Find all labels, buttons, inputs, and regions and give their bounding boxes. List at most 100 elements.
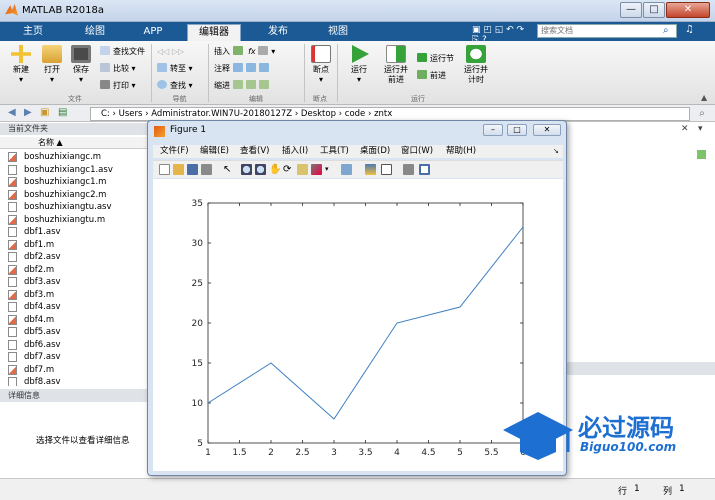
- breakpoint-button[interactable]: 断点 ▾: [307, 45, 335, 85]
- menu-window[interactable]: 窗口(W): [401, 145, 433, 158]
- menu-file[interactable]: 文件(F): [160, 145, 189, 158]
- menu-help[interactable]: 帮助(H): [446, 145, 476, 158]
- compare-button[interactable]: 比较 ▾: [100, 63, 136, 74]
- print-figure-icon[interactable]: [201, 164, 212, 175]
- menu-dock-icon[interactable]: ↘: [553, 145, 559, 158]
- goto-button[interactable]: 转至 ▾: [157, 63, 193, 74]
- file-list-item[interactable]: dbf8.asv: [0, 376, 150, 386]
- comment-button[interactable]: 注释: [214, 63, 272, 74]
- decrease-indent-icon[interactable]: [258, 80, 269, 89]
- column-name-header[interactable]: 名称 ▲: [0, 137, 150, 149]
- legend-icon[interactable]: [381, 164, 392, 175]
- print-button[interactable]: 打印 ▾: [100, 80, 136, 91]
- show-tools-icon[interactable]: [419, 164, 430, 175]
- save-button[interactable]: 保存 ▾: [67, 45, 95, 85]
- menu-view[interactable]: 查看(V): [240, 145, 269, 158]
- file-list-item[interactable]: boshuzhixiangtu.asv: [0, 201, 150, 214]
- advance-button[interactable]: 前进: [417, 70, 446, 81]
- panel-menu-icon[interactable]: ▾: [698, 124, 703, 134]
- new-figure-icon[interactable]: [159, 164, 170, 175]
- menu-desktop[interactable]: 桌面(D): [360, 145, 390, 158]
- asv-file-icon: [8, 339, 17, 350]
- file-list-item[interactable]: dbf2.asv: [0, 251, 150, 264]
- brush-menu-icon[interactable]: ▾: [325, 164, 336, 175]
- tab-plots[interactable]: 绘图: [70, 24, 120, 41]
- run-advance-button[interactable]: 运行并 前进: [378, 45, 414, 85]
- uncomment-icon[interactable]: [245, 63, 256, 72]
- up-folder-icon[interactable]: ▣: [40, 107, 49, 118]
- panel-close-icon[interactable]: ✕: [681, 124, 689, 134]
- rotate-icon[interactable]: ⟳: [283, 164, 294, 175]
- file-list-item[interactable]: dbf4.asv: [0, 301, 150, 314]
- search-path-icon[interactable]: ⌕: [694, 108, 710, 120]
- more-icon[interactable]: [258, 46, 269, 55]
- forward-icon[interactable]: ▶: [24, 107, 32, 118]
- pan-hand-icon[interactable]: ✋: [269, 164, 281, 175]
- quick-access-toolbar[interactable]: ▣ ◰ ◱ ↶ ↷ ⎘ ?: [472, 25, 532, 45]
- figure-minimize-button[interactable]: –: [483, 124, 503, 136]
- tab-view[interactable]: 视图: [313, 24, 363, 41]
- back-icon[interactable]: ◀: [8, 107, 16, 118]
- file-list-item[interactable]: boshuzhixiangc1.asv: [0, 164, 150, 177]
- file-list-item[interactable]: boshuzhixiangc1.m: [0, 176, 150, 189]
- find-button[interactable]: 查找 ▾: [157, 80, 193, 91]
- tab-apps[interactable]: APP: [128, 24, 178, 41]
- file-list-item[interactable]: boshuzhixiangc.m: [0, 151, 150, 164]
- link-plot-icon[interactable]: [341, 164, 352, 175]
- insert-button[interactable]: 插入 fx ▾: [214, 46, 275, 57]
- fx-button[interactable]: fx: [248, 47, 256, 56]
- menu-edit[interactable]: 编辑(E): [200, 145, 229, 158]
- menu-insert[interactable]: 插入(I): [282, 145, 308, 158]
- window-titlebar: MATLAB R2018a: [0, 0, 715, 22]
- find-files-button[interactable]: 查找文件: [100, 46, 145, 57]
- colorbar-icon[interactable]: [365, 164, 376, 175]
- minimize-button[interactable]: —: [620, 2, 642, 18]
- collapse-ribbon-icon[interactable]: ▲: [701, 93, 707, 102]
- figure-close-button[interactable]: ✕: [533, 124, 561, 136]
- file-list-item[interactable]: dbf6.asv: [0, 339, 150, 352]
- file-list-item[interactable]: dbf7.asv: [0, 351, 150, 364]
- search-icon[interactable]: ⌕: [663, 25, 669, 36]
- open-file-icon[interactable]: [173, 164, 184, 175]
- search-docs-input[interactable]: 搜索文档: [537, 24, 677, 38]
- file-list-item[interactable]: dbf7.m: [0, 364, 150, 377]
- current-folder-path[interactable]: C: › Users › Administrator.WIN7U-2018012…: [90, 107, 690, 121]
- file-list-item[interactable]: dbf1.asv: [0, 226, 150, 239]
- indent-button[interactable]: 缩进: [214, 80, 272, 91]
- open-button[interactable]: 打开 ▾: [38, 45, 66, 85]
- file-list-item[interactable]: boshuzhixiangtu.m: [0, 214, 150, 227]
- figure-maximize-button[interactable]: □: [507, 124, 527, 136]
- nav-back-forward[interactable]: ◁◁ ▷▷: [157, 46, 184, 57]
- file-list-item[interactable]: dbf3.m: [0, 289, 150, 302]
- file-list-item[interactable]: boshuzhixiangc2.m: [0, 189, 150, 202]
- tab-publish[interactable]: 发布: [253, 24, 303, 41]
- new-button[interactable]: 新建 ▾: [6, 45, 36, 85]
- data-cursor-icon[interactable]: [297, 164, 308, 175]
- menu-tools[interactable]: 工具(T): [320, 145, 349, 158]
- x-tick-label: 5: [457, 448, 463, 458]
- zoom-out-icon[interactable]: [255, 164, 266, 175]
- tab-home[interactable]: 主页: [8, 24, 58, 41]
- hide-tools-icon[interactable]: [403, 164, 414, 175]
- save-figure-icon[interactable]: [187, 164, 198, 175]
- file-list-item[interactable]: dbf2.m: [0, 264, 150, 277]
- maximize-button[interactable]: □: [643, 2, 665, 18]
- increase-indent-icon[interactable]: [245, 80, 256, 89]
- file-list-item[interactable]: dbf3.asv: [0, 276, 150, 289]
- details-header[interactable]: 详细信息: [0, 389, 150, 402]
- tab-editor[interactable]: 编辑器: [187, 24, 241, 41]
- y-tick-label: 30: [192, 239, 204, 249]
- browse-folder-icon[interactable]: ▤: [58, 107, 67, 118]
- file-list-item[interactable]: dbf4.m: [0, 314, 150, 327]
- wrap-comment-icon[interactable]: [258, 63, 269, 72]
- run-section-button[interactable]: 运行节: [417, 53, 454, 64]
- close-button[interactable]: ✕: [666, 2, 710, 18]
- bell-icon[interactable]: ♫: [685, 24, 707, 38]
- run-button[interactable]: 运行 ▾: [345, 45, 373, 85]
- brush-icon[interactable]: [311, 164, 322, 175]
- zoom-in-icon[interactable]: [241, 164, 252, 175]
- run-time-button[interactable]: 运行并 计时: [458, 45, 494, 85]
- file-list-item[interactable]: dbf5.asv: [0, 326, 150, 339]
- pointer-icon[interactable]: ↖: [223, 164, 234, 175]
- file-list-item[interactable]: dbf1.m: [0, 239, 150, 252]
